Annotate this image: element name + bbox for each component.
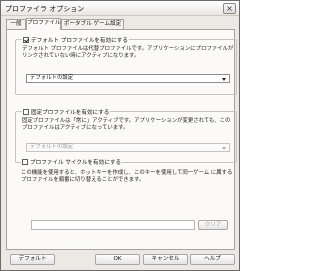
default-profile-select[interactable]: デフォルトの設定 [26, 74, 230, 83]
tab-profiles[interactable]: プロファイル [26, 18, 61, 30]
default-profile-group: デフォルト プロファイルを有効にする デフォルト プロファイルは代替プロファイル… [15, 36, 237, 95]
fixed-profile-header: 固定プロファイルを有効にする [22, 108, 111, 116]
fixed-profile-description: 固定プロファイルは「常に」アクティブです。アプリケーションが変更されても、このプ… [22, 118, 231, 131]
chevron-down-icon [222, 78, 226, 81]
default-button[interactable]: デフォルト [10, 254, 55, 265]
default-profile-header: デフォルト プロファイルを有効にする [22, 36, 129, 44]
profiles-panel: デフォルト プロファイルを有効にする デフォルト プロファイルは代替プロファイル… [6, 29, 237, 250]
default-profile-select-value: デフォルトの設定 [30, 75, 74, 81]
ok-button[interactable]: OK [95, 254, 140, 265]
fixed-profile-select-value: デフォルトの設定 [30, 144, 74, 150]
fixed-profile-group: 固定プロファイルを有効にする 固定プロファイルは「常に」アクティブです。アプリケ… [15, 108, 237, 163]
cancel-button[interactable]: キャンセル [143, 254, 188, 265]
title-bar[interactable]: プロファイラ オプション × [1, 1, 239, 16]
tab-portable-game-settings[interactable]: ポータブル ゲーム設定 [61, 19, 124, 29]
default-profile-checkbox[interactable] [23, 37, 29, 43]
profile-cycle-label[interactable]: プロファイル サイクルを有効にする [30, 158, 121, 166]
help-button[interactable]: ヘルプ [190, 254, 235, 265]
fixed-profile-label[interactable]: 固定プロファイルを有効にする [31, 108, 109, 116]
profile-cycle-checkbox[interactable] [22, 159, 28, 165]
default-profile-label[interactable]: デフォルト プロファイルを有効にする [31, 36, 128, 44]
fixed-profile-select[interactable]: デフォルトの設定 [26, 143, 230, 152]
clear-button[interactable]: クリア [198, 220, 228, 230]
profile-cycle-group: プロファイル サイクルを有効にする この機能を使用すると、ホットキーを作成し、こ… [15, 158, 237, 249]
chevron-down-icon [222, 147, 226, 150]
close-icon: × [226, 4, 233, 13]
profile-cycle-header: プロファイル サイクルを有効にする [21, 158, 123, 166]
window-title: プロファイラ オプション [5, 5, 85, 13]
close-button[interactable]: × [223, 3, 236, 14]
profile-cycle-description: この機能を使用すると、ホットキーを作成し、このキーを使用して同一ゲーム に属する… [21, 170, 233, 183]
tab-general[interactable]: 一般 [6, 19, 26, 29]
fixed-profile-checkbox[interactable] [23, 109, 29, 115]
hotkey-input[interactable] [31, 220, 195, 230]
profiler-options-window: プロファイラ オプション × 一般 プロファイル ポータブル ゲーム設定 デフォ… [0, 0, 240, 271]
default-profile-description: デフォルト プロファイルは代替プロファイルです。アプリケーションにプロファイルが… [22, 46, 234, 59]
